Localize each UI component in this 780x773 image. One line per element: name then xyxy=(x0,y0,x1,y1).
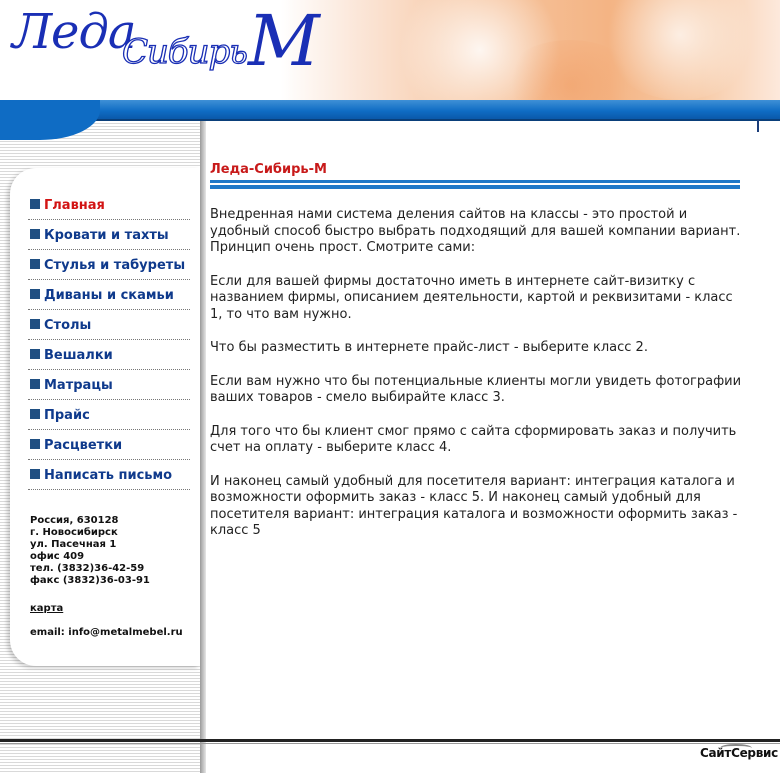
contact-phone: тел. (3832)36-42-59 xyxy=(30,563,145,574)
content-paragraph: Если для вашей фирмы достаточно иметь в … xyxy=(210,273,733,322)
contact-city: г. Новосибирск xyxy=(30,527,118,538)
sidebar-item-beds[interactable]: Кровати и тахты xyxy=(28,220,190,250)
sidebar-item-tables[interactable]: Столы xyxy=(28,310,190,340)
square-bullet-icon xyxy=(30,409,40,419)
sidebar-item-label[interactable]: Столы xyxy=(44,318,91,333)
footer-rule xyxy=(0,743,780,744)
square-bullet-icon xyxy=(30,349,40,359)
sidebar-item-home[interactable]: Главная xyxy=(28,190,190,220)
square-bullet-icon xyxy=(30,289,40,299)
footer-credit-link[interactable]: СайтСервис xyxy=(700,744,778,760)
logo-text-leda: Леда xyxy=(12,4,136,60)
content-paragraph: Внедренная нами система деления сайтов н… xyxy=(210,207,741,255)
sidebar-item-label[interactable]: Главная xyxy=(44,198,105,213)
site-logo[interactable]: Леда Сибирь М xyxy=(4,0,324,100)
sidebar-item-hangers[interactable]: Вешалки xyxy=(28,340,190,370)
contact-country: Россия, 630128 xyxy=(30,515,119,526)
sidebar-item-label[interactable]: Расцветки xyxy=(44,438,122,453)
sidebar-item-label[interactable]: Написать письмо xyxy=(44,468,172,483)
title-underline xyxy=(210,180,740,183)
site-header: Леда Сибирь М xyxy=(0,0,780,100)
main-content: Внедренная нами система деления сайтов н… xyxy=(210,207,745,557)
credit-logo-arc-icon xyxy=(720,744,752,752)
sidebar-item-colors[interactable]: Расцветки xyxy=(28,430,190,460)
square-bullet-icon xyxy=(30,379,40,389)
sidebar-item-label[interactable]: Диваны и скамьи xyxy=(44,288,174,303)
divider xyxy=(757,120,759,132)
contact-info: Россия, 630128 г. Новосибирск ул. Пасечн… xyxy=(30,515,195,639)
contact-street: ул. Пасечная 1 xyxy=(30,539,117,550)
square-bullet-icon xyxy=(30,469,40,479)
square-bullet-icon xyxy=(30,439,40,449)
map-link[interactable]: карта xyxy=(30,603,195,615)
contact-fax: факс (3832)36-03-91 xyxy=(30,575,150,586)
square-bullet-icon xyxy=(30,259,40,269)
footer-rule xyxy=(0,739,780,742)
sidebar-item-write-letter[interactable]: Написать письмо xyxy=(28,460,190,490)
contact-email[interactable]: email: info@metalmebel.ru xyxy=(30,627,195,639)
content-paragraph: Если вам нужно что бы потенциальные клие… xyxy=(210,373,742,406)
sidebar-item-label[interactable]: Матрацы xyxy=(44,378,113,393)
title-underline xyxy=(210,185,740,189)
sidebar-item-mattresses[interactable]: Матрацы xyxy=(28,370,190,400)
page-title: Леда-Сибирь-М xyxy=(210,162,327,177)
sidebar-item-price[interactable]: Прайс xyxy=(28,400,190,430)
logo-text-sibir: Сибирь xyxy=(121,31,248,72)
sidebar-item-label[interactable]: Кровати и тахты xyxy=(44,228,169,243)
sidebar-item-label[interactable]: Прайс xyxy=(44,408,90,423)
sidebar-menu: Главная Кровати и тахты Стулья и табурет… xyxy=(28,190,190,490)
sidebar-item-chairs[interactable]: Стулья и табуреты xyxy=(28,250,190,280)
sidebar-item-label[interactable]: Стулья и табуреты xyxy=(44,258,185,273)
square-bullet-icon xyxy=(30,199,40,209)
content-paragraph: Что бы разместить в интернете прайс-лист… xyxy=(210,340,648,355)
sidebar-item-sofas[interactable]: Диваны и скамьи xyxy=(28,280,190,310)
sidebar-item-label[interactable]: Вешалки xyxy=(44,348,113,363)
contact-office: офис 409 xyxy=(30,551,85,562)
logo-text-m: М xyxy=(248,0,320,82)
sidebar-shadow xyxy=(200,121,206,773)
square-bullet-icon xyxy=(30,229,40,239)
content-paragraph: Для того что бы клиент смог прямо с сайт… xyxy=(210,423,737,456)
square-bullet-icon xyxy=(30,319,40,329)
content-paragraph: И наконец самый удобный для посетителя в… xyxy=(210,473,738,539)
header-band xyxy=(0,100,780,120)
